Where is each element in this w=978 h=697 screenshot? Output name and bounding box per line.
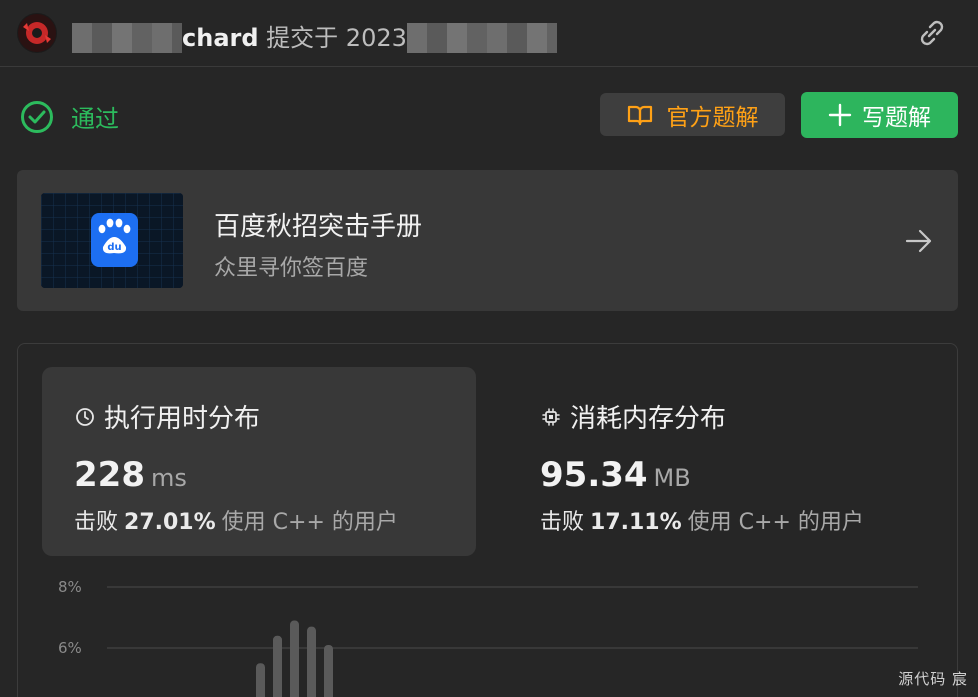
chart-y-tick-label: 8%: [58, 578, 82, 596]
username[interactable]: chard: [182, 24, 259, 52]
stats-panel: 执行用时分布 228 ms 击败 27.01% 使用 C++ 的用户 消耗内存分布 9…: [17, 343, 958, 697]
chart-bar[interactable]: [324, 644, 333, 697]
check-circle-icon: [21, 100, 53, 133]
runtime-beat-suffix: 使用 C++ 的用户: [221, 510, 398, 535]
runtime-beat-line: 击败 27.01% 使用 C++ 的用户: [74, 504, 398, 536]
runtime-title: 执行用时分布: [104, 404, 261, 434]
memory-card-header: 消耗内存分布: [541, 398, 726, 435]
memory-card[interactable]: 消耗内存分布 95.34 MB 击败 17.11% 使用 C++ 的用户: [508, 367, 942, 556]
official-solution-button[interactable]: 官方题解: [600, 93, 785, 136]
memory-value: 95.34: [540, 455, 648, 495]
promo-logo-text: du: [107, 242, 121, 253]
memory-beat-percent: 17.11%: [590, 510, 682, 535]
submitter-line: chard 提交于 2023: [72, 18, 557, 53]
plus-icon: [828, 103, 852, 127]
user-avatar[interactable]: [17, 13, 57, 53]
submitted-time: 提交于 2023: [266, 24, 407, 52]
book-icon: [627, 105, 652, 125]
chart-bar[interactable]: [290, 620, 299, 697]
runtime-value: 228: [74, 455, 145, 495]
status-label: 通过: [71, 105, 119, 133]
clock-icon: [76, 407, 94, 426]
memory-unit: MB: [653, 464, 691, 492]
write-solution-button[interactable]: 写题解: [801, 92, 958, 138]
link-icon[interactable]: [916, 19, 948, 47]
runtime-beat-percent: 27.01%: [124, 510, 216, 535]
chip-icon: [542, 407, 560, 426]
memory-beat-suffix: 使用 C++ 的用户: [687, 510, 864, 535]
submission-header: chard 提交于 2023: [0, 0, 978, 67]
runtime-beat-prefix: 击败: [74, 510, 119, 535]
avatar-image: [18, 14, 56, 52]
runtime-card[interactable]: 执行用时分布 228 ms 击败 27.01% 使用 C++ 的用户: [42, 367, 476, 556]
chart-y-tick-label: 6%: [58, 639, 82, 657]
runtime-unit: ms: [150, 464, 187, 492]
arrow-right-icon: [905, 229, 932, 253]
baidu-logo-icon: du: [41, 193, 183, 288]
promo-card[interactable]: du 百度秋招突击手册 众里寻你签百度: [17, 170, 958, 311]
runtime-value-line: 228 ms: [74, 455, 187, 495]
chart-bar[interactable]: [273, 635, 282, 697]
redacted-timestamp: [406, 23, 557, 53]
memory-beat-line: 击败 17.11% 使用 C++ 的用户: [540, 504, 864, 536]
memory-value-line: 95.34 MB: [540, 455, 691, 495]
footer-note: 源代码 宸: [898, 670, 968, 688]
status-row: 通过: [20, 99, 119, 134]
runtime-card-header: 执行用时分布: [75, 398, 260, 435]
memory-beat-prefix: 击败: [540, 510, 585, 535]
promo-subtitle: 众里寻你签百度: [214, 256, 369, 281]
write-solution-label: 写题解: [862, 105, 931, 131]
promo-title: 百度秋招突击手册: [214, 212, 423, 242]
runtime-distribution-chart[interactable]: 8% 6%: [18, 569, 959, 697]
redacted-username: [72, 23, 182, 53]
memory-title: 消耗内存分布: [570, 404, 727, 434]
chart-bar[interactable]: [256, 663, 265, 697]
promo-image: du: [41, 193, 183, 288]
official-solution-label: 官方题解: [666, 104, 759, 131]
chart-bar[interactable]: [307, 626, 316, 697]
